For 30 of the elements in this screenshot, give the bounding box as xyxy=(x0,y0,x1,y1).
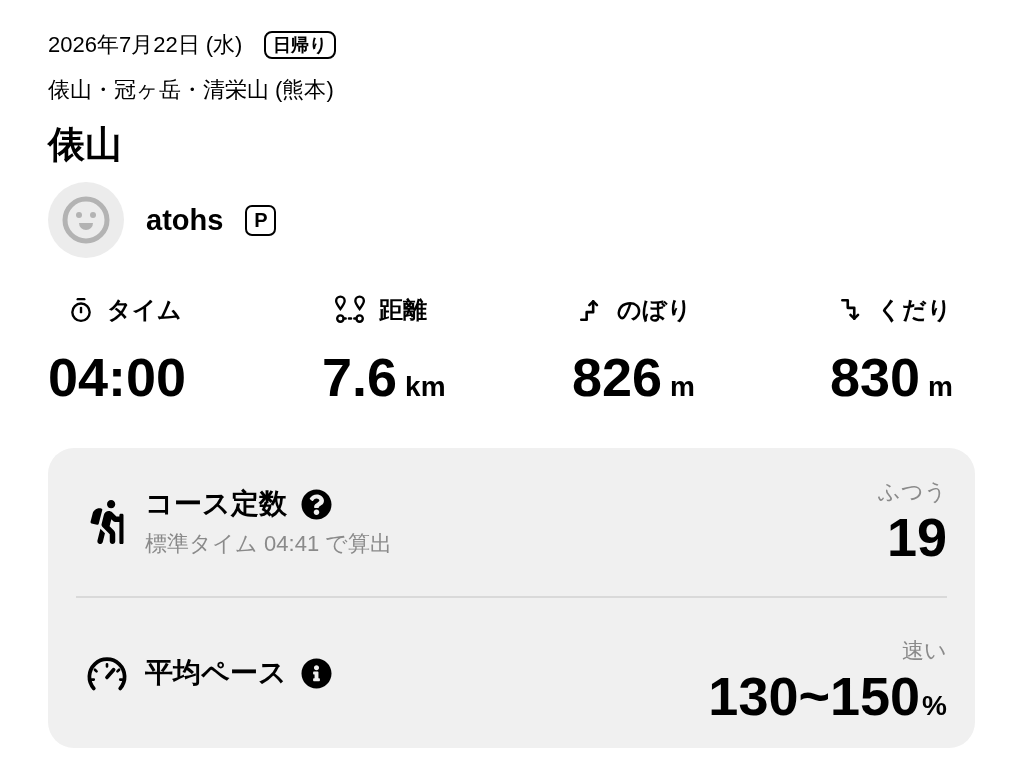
stat-unit: m xyxy=(928,370,953,404)
day-trip-badge: 日帰り xyxy=(264,31,337,59)
stat-value: 04:00 xyxy=(48,347,187,407)
help-icon[interactable] xyxy=(301,488,332,520)
summary-title: コース定数 xyxy=(145,487,287,521)
plan-badge: P xyxy=(245,204,277,236)
summary-title: 平均ペース xyxy=(145,656,287,690)
summary-unit: % xyxy=(922,689,947,723)
stat-label: くだり xyxy=(877,295,952,325)
summit-title: 俵山 xyxy=(48,123,122,167)
summary-note: 標準タイム 04:41 で算出 xyxy=(145,530,393,558)
mountain-area: 俵山・冠ヶ岳・清栄山 (熊本) xyxy=(48,73,334,107)
stat-unit: m xyxy=(670,370,695,404)
stat-unit: km xyxy=(405,370,446,404)
summary-value: 130~150 xyxy=(708,666,921,726)
stat-label: のぼり xyxy=(617,295,692,325)
info-icon[interactable] xyxy=(301,657,332,689)
trip-date: 2026年7月22日 (水) xyxy=(48,31,243,59)
stat-value: 830 xyxy=(830,347,921,407)
user-name[interactable]: atohs xyxy=(146,202,224,238)
summary-rating: 速い xyxy=(902,637,947,665)
stopwatch-icon xyxy=(68,297,94,323)
summary-value: 19 xyxy=(886,507,947,567)
default-avatar-icon xyxy=(48,182,124,258)
stat-label: タイム xyxy=(107,295,182,325)
route-pins-icon xyxy=(334,295,366,325)
stat-value: 826 xyxy=(572,347,663,407)
summary-rating: ふつう xyxy=(878,478,947,506)
stat-label: 距離 xyxy=(379,295,427,325)
stat-value: 7.6 xyxy=(322,347,398,407)
